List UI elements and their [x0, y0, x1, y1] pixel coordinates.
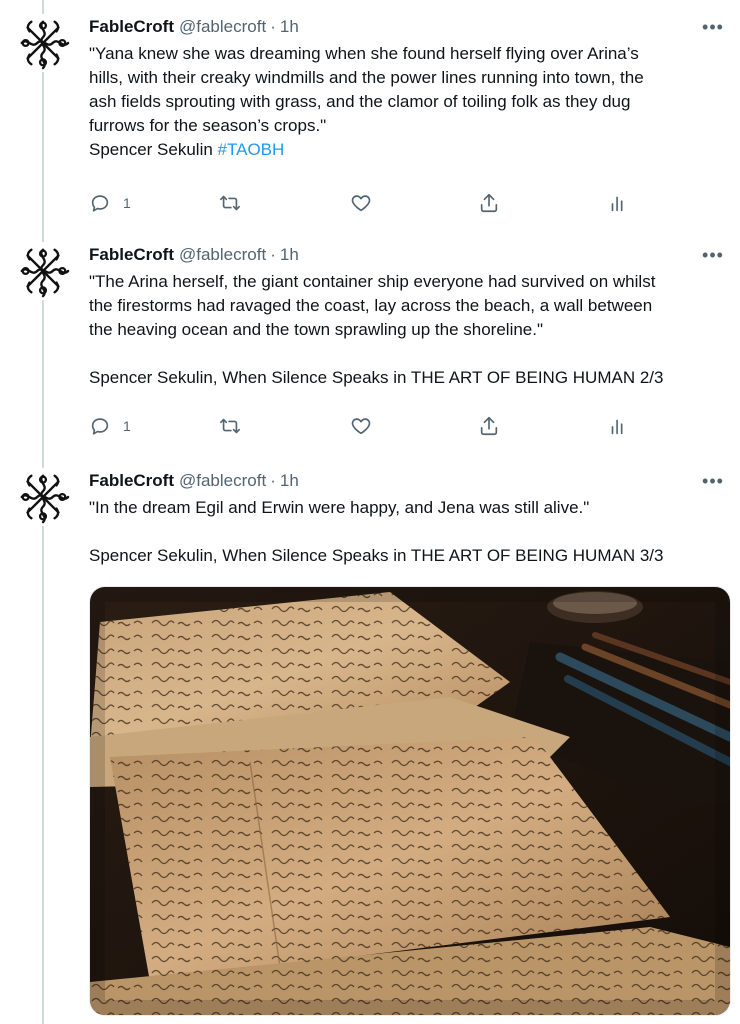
tweet-text-line: "Yana knew she was dreaming when she fou…	[89, 44, 639, 63]
celtic-knot-logo-icon	[20, 20, 70, 70]
hashtag-link[interactable]: #TAOBH	[218, 140, 285, 159]
author-handle[interactable]: @fablecroft	[179, 242, 266, 268]
share-icon	[480, 193, 498, 213]
action-bar: 1	[89, 413, 649, 439]
analytics-button[interactable]	[607, 413, 629, 439]
tweet-text: "Yana knew she was dreaming when she fou…	[89, 42, 726, 162]
attribution-text: Spencer Sekulin	[89, 140, 213, 159]
retweet-button[interactable]	[219, 190, 241, 216]
tweet-text: "In the dream Egil and Erwin were happy,…	[89, 496, 726, 568]
reply-icon	[91, 195, 109, 212]
avatar[interactable]	[14, 468, 72, 526]
more-options-icon[interactable]: •••	[700, 14, 726, 40]
attached-photo[interactable]	[89, 586, 731, 1016]
author-name[interactable]: FableCroft	[89, 242, 174, 268]
reply-count: 1	[123, 418, 131, 434]
reply-button[interactable]: 1	[89, 190, 131, 216]
analytics-button[interactable]	[607, 190, 629, 216]
share-button[interactable]	[478, 413, 500, 439]
avatar[interactable]	[14, 242, 72, 300]
attribution-text: Spencer Sekulin, When Silence Speaks in …	[89, 546, 664, 565]
share-icon	[480, 416, 498, 436]
more-options-icon[interactable]: •••	[700, 468, 726, 494]
tweet-text-line: ash fields sprouting with grass, and the…	[89, 92, 631, 111]
author-handle[interactable]: @fablecroft	[179, 468, 266, 494]
attribution-text: Spencer Sekulin, When Silence Speaks in …	[89, 368, 664, 387]
manuscript-pages-photo	[90, 587, 730, 1015]
timestamp[interactable]: 1h	[280, 242, 299, 268]
like-button[interactable]	[350, 190, 372, 216]
action-bar: 1	[89, 190, 649, 216]
tweet-text-line: furrows for the season’s crops."	[89, 116, 327, 135]
reply-button[interactable]: 1	[89, 413, 131, 439]
author-name[interactable]: FableCroft	[89, 14, 174, 40]
tweet-header: FableCroft @fablecroft · 1h	[89, 242, 726, 268]
celtic-knot-logo-icon	[20, 474, 70, 524]
heart-icon	[351, 418, 371, 435]
analytics-icon	[611, 419, 623, 435]
tweet-text-line: "The Arina herself, the giant container …	[89, 272, 656, 291]
timestamp[interactable]: 1h	[280, 14, 299, 40]
tweet-text-line: the firestorms had ravaged the coast, la…	[89, 296, 653, 315]
tweet-header: FableCroft @fablecroft · 1h	[89, 14, 726, 40]
tweet-text-line: the heaving ocean and the town sprawling…	[89, 320, 544, 339]
celtic-knot-logo-icon	[20, 248, 70, 298]
like-button[interactable]	[350, 413, 372, 439]
analytics-icon	[611, 196, 623, 212]
tweet-header: FableCroft @fablecroft · 1h	[89, 468, 726, 494]
author-name[interactable]: FableCroft	[89, 468, 174, 494]
tweet-text-line: "In the dream Egil and Erwin were happy,…	[89, 498, 590, 517]
retweet-button[interactable]	[219, 413, 241, 439]
separator-dot: ·	[270, 471, 276, 490]
share-button[interactable]	[478, 190, 500, 216]
reply-icon	[91, 418, 109, 435]
more-options-icon[interactable]: •••	[700, 242, 726, 268]
tweet-text-line: hills, with their creaky windmills and t…	[89, 68, 644, 87]
author-handle[interactable]: @fablecroft	[179, 14, 266, 40]
tweet-attribution-line: Spencer Sekulin #TAOBH	[89, 138, 726, 162]
timestamp[interactable]: 1h	[280, 468, 299, 494]
retweet-icon	[220, 195, 240, 211]
heart-icon	[351, 195, 371, 212]
avatar[interactable]	[14, 14, 72, 72]
tweet-text: "The Arina herself, the giant container …	[89, 270, 726, 390]
reply-count: 1	[123, 195, 131, 211]
separator-dot: ·	[270, 245, 276, 264]
retweet-icon	[220, 418, 240, 434]
separator-dot: ·	[270, 17, 276, 36]
